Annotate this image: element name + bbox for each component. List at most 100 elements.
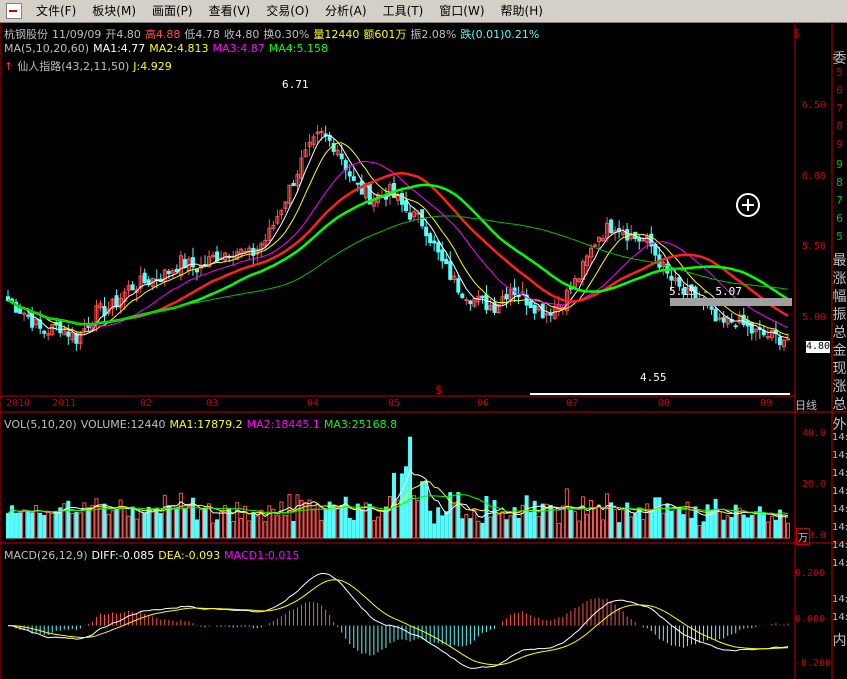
candle-body <box>404 200 409 212</box>
candle-body <box>645 235 650 244</box>
candle-body <box>203 264 208 267</box>
candle-body <box>78 332 83 344</box>
volume-bar <box>584 514 589 539</box>
volume-bar <box>331 504 336 539</box>
candle-body <box>637 237 642 242</box>
quote-date: 11/09/09 <box>52 28 102 41</box>
side-num-7: 7 <box>836 194 843 207</box>
volume-bar <box>713 498 718 539</box>
candle-body <box>653 244 658 256</box>
candle-body <box>396 194 400 201</box>
candle-body <box>239 248 244 256</box>
candle-body <box>311 136 316 145</box>
volume-bar <box>335 505 340 539</box>
menu-window[interactable]: 窗口(W) <box>431 1 492 21</box>
menu-tools[interactable]: 工具(T) <box>375 1 432 21</box>
volume-bar <box>464 513 469 539</box>
candle-body <box>379 194 384 199</box>
side-time-8: 14: <box>832 594 847 605</box>
x-label-05: 05 <box>388 398 401 409</box>
menu-help[interactable]: 帮助(H) <box>493 1 551 21</box>
range-band <box>670 298 792 306</box>
volume-bar <box>22 509 27 539</box>
period-button[interactable]: 日线 <box>795 397 817 413</box>
candle-body <box>548 313 553 316</box>
volume-bar <box>134 518 139 539</box>
volume-bar <box>110 510 115 539</box>
menu-analysis[interactable]: 分析(A) <box>317 1 375 21</box>
arrow-up-icon: ↑ <box>4 60 14 73</box>
menu-look[interactable]: 查看(V) <box>201 1 259 21</box>
volume-bar <box>154 507 159 539</box>
candle-body <box>597 236 602 242</box>
side-time-2: 14: <box>832 468 847 479</box>
menu-trade[interactable]: 交易(O) <box>258 1 317 21</box>
candle-body <box>488 305 493 311</box>
side-label-zong: 总 <box>832 325 847 341</box>
high-annotation: 6.71 <box>282 78 309 91</box>
x-label-08: 08 <box>658 398 671 409</box>
candle-body <box>448 260 453 280</box>
volume-bar <box>283 515 288 539</box>
candle-body <box>106 308 111 314</box>
volume-bar <box>496 513 501 539</box>
ma20-line <box>7 160 789 329</box>
candle-body <box>194 268 199 273</box>
menu-sector[interactable]: 板块(M) <box>84 1 144 21</box>
volume-bar <box>432 523 437 539</box>
volume-bar <box>637 507 642 539</box>
volume-bar <box>729 516 734 539</box>
vol-label: VOL(5,10,20) <box>4 418 77 431</box>
volume-bar <box>765 521 770 539</box>
volume-bar <box>769 515 774 539</box>
volume-bar <box>492 500 497 539</box>
candle-body <box>215 251 220 262</box>
candle-body <box>66 331 71 337</box>
vol-ma20-line <box>7 493 789 515</box>
volume-bar <box>18 512 23 539</box>
candle-body <box>243 250 248 253</box>
candle-body <box>757 327 762 331</box>
volume-bar <box>219 511 224 539</box>
volume-bar <box>548 504 553 539</box>
volume-bar <box>669 510 674 539</box>
candle-body <box>432 240 437 244</box>
volume-bar <box>504 519 509 539</box>
volume-bar <box>263 521 268 539</box>
volume-bar <box>536 516 541 539</box>
candle-body <box>38 319 43 329</box>
candle-body <box>532 304 537 314</box>
volume-bar <box>588 499 593 539</box>
candle-body <box>572 278 577 288</box>
candle-body <box>343 160 348 171</box>
volume-bar <box>649 510 654 539</box>
candle-body <box>283 201 288 209</box>
volume-bar <box>211 522 216 539</box>
volume-bar <box>170 505 175 539</box>
candle-body <box>536 305 541 311</box>
candle-body <box>295 174 300 187</box>
menu-file[interactable]: 文件(F) <box>28 1 84 21</box>
volume-bar <box>215 519 220 539</box>
volume-bar <box>299 499 304 539</box>
candle-body <box>150 277 155 288</box>
candle-body <box>271 224 276 229</box>
ma-line: MA(5,10,20,60) MA1:4.77 MA2:4.813 MA3:4.87 M… <box>4 42 332 55</box>
volume-bar <box>741 514 746 539</box>
candle-body <box>524 294 529 306</box>
candle-body <box>46 333 51 336</box>
volume-bar <box>387 495 392 539</box>
side-label-zhang: 涨 <box>832 271 847 287</box>
volume-bar <box>383 506 388 539</box>
menu-view[interactable]: 画面(P) <box>144 1 201 21</box>
volume-bar <box>279 501 284 539</box>
volume-bar <box>74 511 79 539</box>
range-annotation: 5.15 - 5.07 <box>669 285 742 298</box>
vol-tick-40: 40.0 <box>802 428 827 439</box>
candle-body <box>275 216 280 224</box>
candle-body <box>231 255 236 258</box>
volume-bar <box>404 466 409 539</box>
volume-bar <box>677 506 682 539</box>
candle-body <box>126 285 131 291</box>
side-time-5: 14: <box>832 522 847 533</box>
